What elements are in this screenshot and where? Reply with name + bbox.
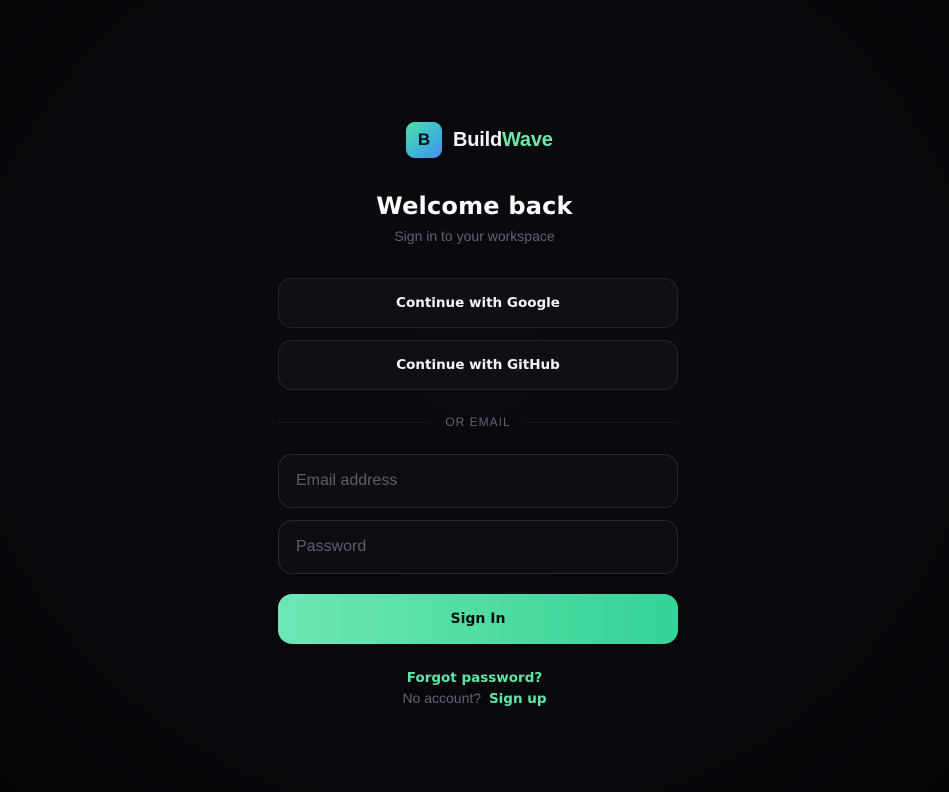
- continue-with-github-button[interactable]: Continue with GitHub: [278, 340, 678, 390]
- password-field[interactable]: [278, 520, 678, 574]
- divider-label: OR EMAIL: [445, 415, 511, 429]
- signup-prompt: No account?: [402, 690, 482, 706]
- page-title: Welcome back: [376, 192, 573, 220]
- sign-in-button[interactable]: Sign In: [278, 594, 678, 644]
- brand-logo-icon: B: [406, 122, 442, 158]
- signup-row: No account? Sign up: [0, 690, 949, 707]
- divider-line-right: [524, 421, 679, 423]
- brand-name-part2: Wave: [502, 128, 553, 151]
- continue-with-google-button[interactable]: Continue with Google: [278, 278, 678, 328]
- sign-up-link[interactable]: Sign up: [489, 691, 547, 707]
- login-page: B BuildWave Welcome back Sign in to your…: [0, 0, 949, 792]
- email-field[interactable]: [278, 454, 678, 508]
- page-subtitle: Sign in to your workspace: [394, 228, 555, 244]
- brand-name: BuildWave: [453, 129, 553, 152]
- brand: B BuildWave: [406, 122, 553, 158]
- or-email-divider: OR EMAIL: [278, 413, 679, 431]
- divider-line-left: [278, 421, 432, 423]
- brand-name-part1: Build: [453, 128, 502, 151]
- forgot-password-link[interactable]: Forgot password?: [0, 670, 949, 686]
